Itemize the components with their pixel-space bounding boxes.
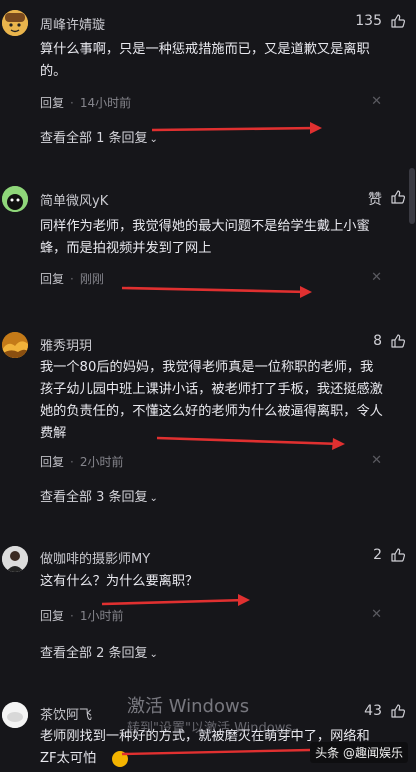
windows-activation-subtitle: 转到"设置"以激活 Windows。 (127, 721, 306, 736)
comment-time: 2小时前 (79, 455, 124, 469)
avatar[interactable] (2, 332, 28, 358)
comment-meta: 回复 · 刚刚 (40, 270, 104, 287)
scrollbar-thumb[interactable] (409, 168, 415, 224)
comment-time: 14小时前 (79, 96, 132, 110)
avatar-face-icon (2, 10, 28, 36)
comment-username[interactable]: 雅秀玥玥 (40, 335, 92, 354)
like-count: 赞 (368, 192, 382, 208)
view-replies-label: 查看全部 2 条回复 (40, 646, 148, 661)
close-icon[interactable]: ✕ (371, 453, 382, 468)
comment-username[interactable]: 周峰许婧璇 (40, 14, 105, 33)
scrollbar[interactable] (409, 0, 415, 772)
close-icon[interactable]: ✕ (371, 94, 382, 109)
avatar[interactable] (2, 702, 28, 728)
comment-text: 算什么事啊，只是一种惩戒措施而已，又是道歉又是离职的。 (40, 42, 370, 79)
like-count: 135 (355, 13, 382, 29)
chevron-down-icon: ⌄ (149, 649, 158, 660)
meta-separator: · (70, 96, 74, 110)
meta-separator: · (70, 272, 74, 286)
red-arrow-annotation (121, 748, 311, 756)
red-arrow-annotation (156, 436, 345, 450)
comment-time: 刚刚 (79, 272, 104, 286)
comment-username[interactable]: 茶饮阿飞 (40, 704, 92, 723)
close-icon[interactable]: ✕ (371, 607, 382, 622)
thumbs-up-icon[interactable] (390, 333, 406, 349)
comment-meta: 回复 · 2小时前 (40, 453, 123, 470)
like-count: 8 (373, 333, 382, 349)
comment-time: 1小时前 (79, 609, 124, 623)
chevron-down-icon: ⌄ (149, 493, 158, 504)
view-replies-button[interactable]: 查看全部 2 条回复 ⌄ (40, 642, 158, 661)
close-icon[interactable]: ✕ (371, 270, 382, 285)
comment-username[interactable]: 简单微风yK (40, 190, 108, 209)
comment-text: 同样作为老师，我觉得她的最大问题不是给学生戴上小蜜蜂，而是拍视频并发到了网上 (40, 219, 370, 256)
reply-button[interactable]: 回复 (40, 609, 64, 623)
red-arrow-annotation (101, 594, 250, 606)
avatar[interactable] (2, 10, 28, 36)
avatar-person-icon (2, 546, 28, 572)
red-arrow-annotation (121, 286, 312, 298)
windows-activation-title: 激活 Windows (127, 696, 250, 717)
like-count: 43 (364, 703, 382, 719)
avatar-cloud-icon (2, 702, 28, 728)
avatar-landscape-icon (2, 332, 28, 358)
view-replies-label: 查看全部 1 条回复 (40, 131, 148, 146)
thumbs-up-icon[interactable] (390, 703, 406, 719)
comment-meta: 回复 · 14小时前 (40, 94, 131, 111)
view-replies-button[interactable]: 查看全部 1 条回复 ⌄ (40, 127, 158, 146)
like-count: 2 (373, 547, 382, 563)
view-replies-label: 查看全部 3 条回复 (40, 490, 148, 505)
avatar-face-icon (2, 186, 28, 212)
thumbs-up-icon[interactable] (390, 189, 406, 205)
reply-button[interactable]: 回复 (40, 96, 64, 110)
meta-separator: · (70, 609, 74, 623)
meta-separator: · (70, 455, 74, 469)
red-arrow-annotation (151, 122, 322, 134)
comment-username[interactable]: 做咖啡的摄影师MY (40, 548, 150, 567)
avatar[interactable] (2, 546, 28, 572)
reply-button[interactable]: 回复 (40, 272, 64, 286)
thumbs-up-icon[interactable] (390, 547, 406, 563)
avatar[interactable] (2, 186, 28, 212)
thumbs-up-icon[interactable] (390, 13, 406, 29)
view-replies-button[interactable]: 查看全部 3 条回复 ⌄ (40, 486, 158, 505)
reply-button[interactable]: 回复 (40, 455, 64, 469)
brand-watermark: 头条 @趣闻娱乐 (310, 742, 408, 763)
